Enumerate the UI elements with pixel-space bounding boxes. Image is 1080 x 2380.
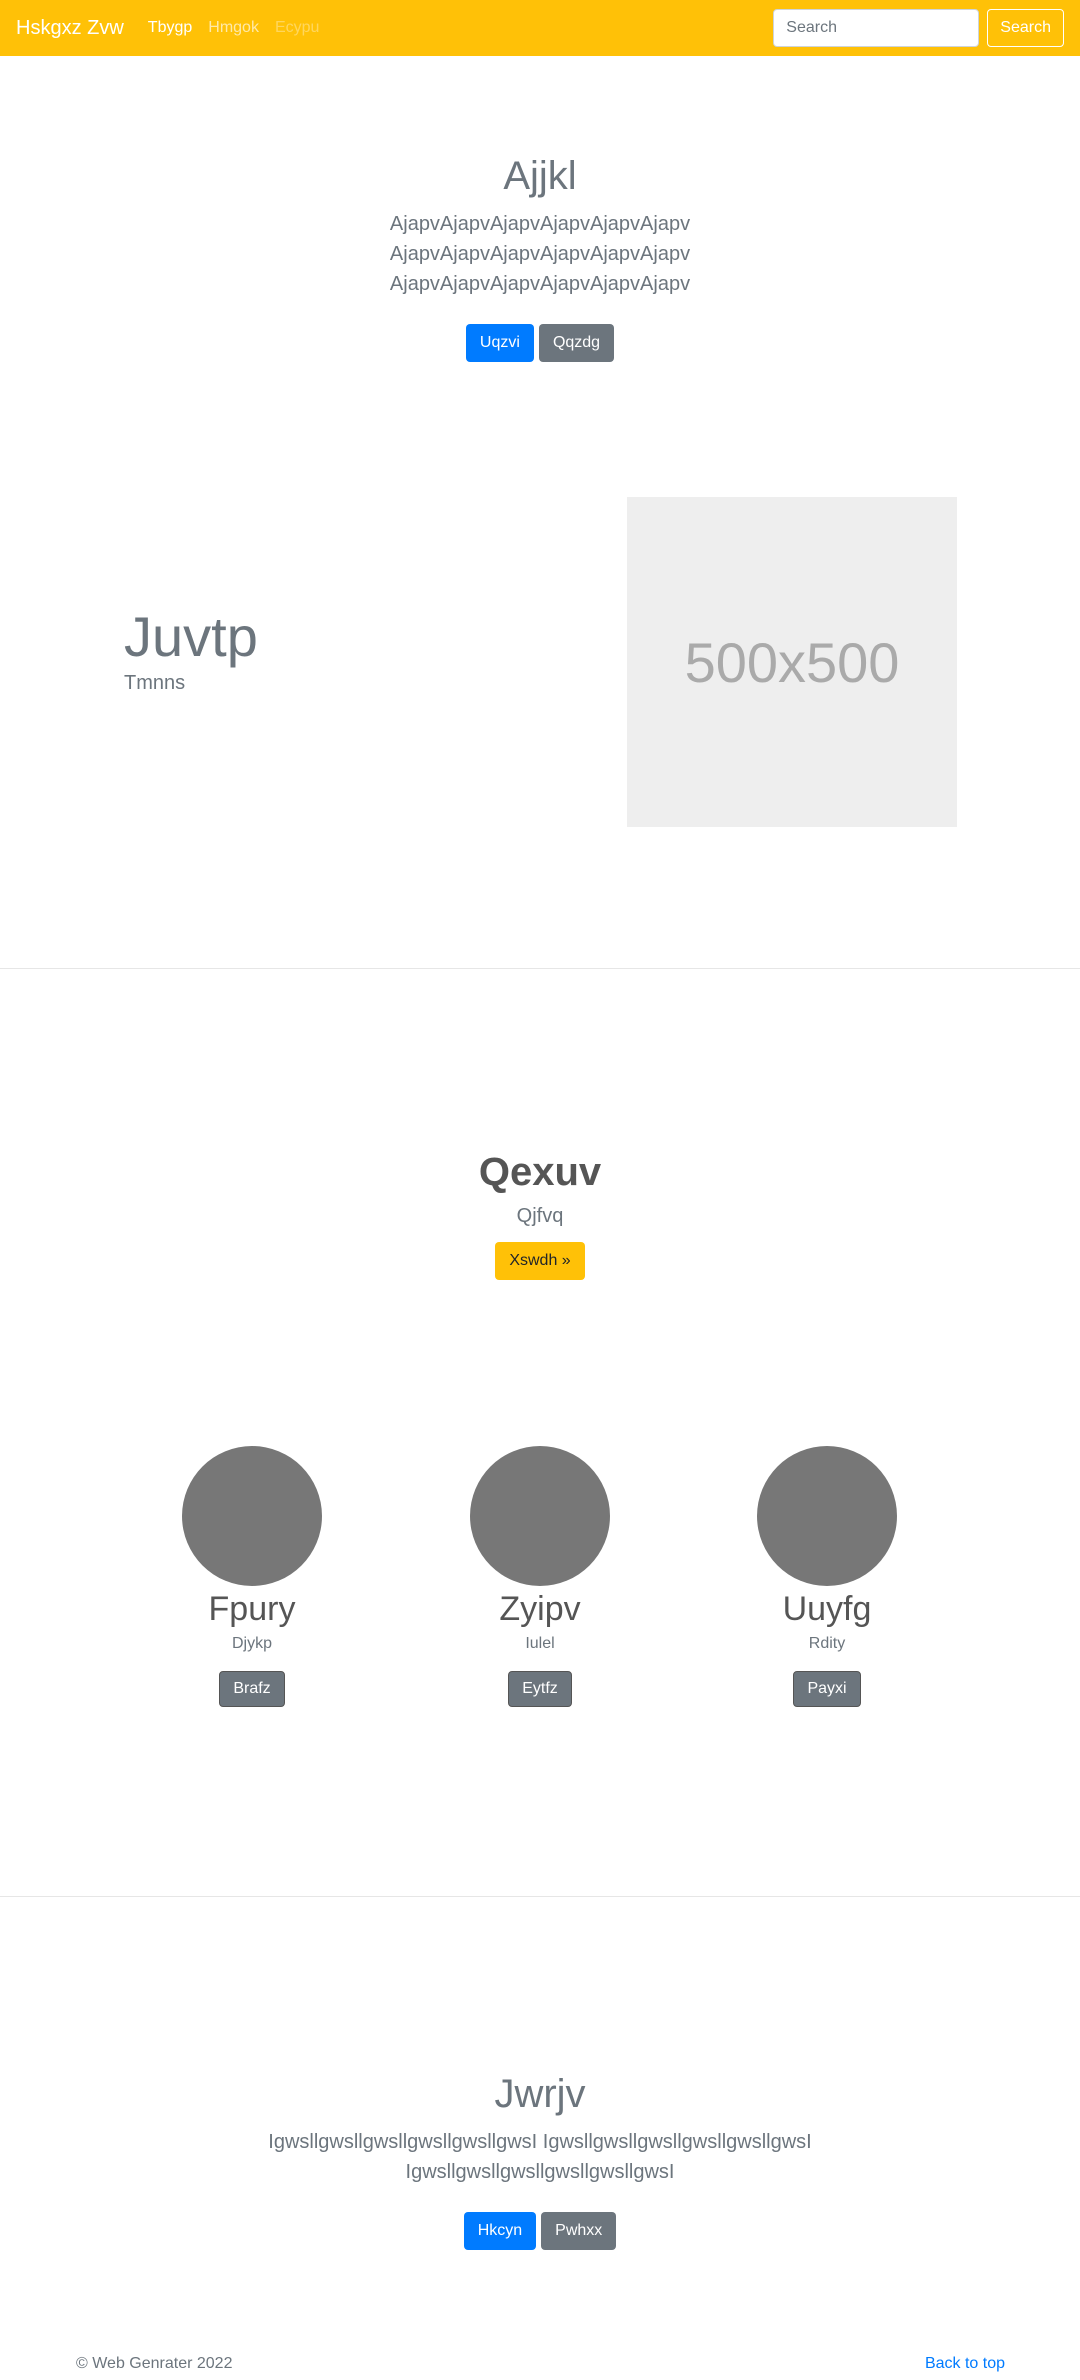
footer-copyright: © Web Genrater 2022	[76, 2355, 233, 2372]
final-secondary-button[interactable]: Pwhxx	[541, 2212, 617, 2250]
brand-logo[interactable]: Hskgxz Zvw	[16, 17, 124, 40]
card-button[interactable]: Payxi	[793, 1671, 861, 1707]
search-form: Search	[773, 9, 1064, 47]
cta-subtitle: Qjfvq	[516, 1205, 564, 1227]
card-2: Zyipv Iulel Eytfz	[420, 1446, 660, 1707]
nav-link-1[interactable]: Tbygp	[148, 19, 192, 37]
hero-primary-button[interactable]: Uqzvi	[465, 324, 534, 362]
image-placeholder: 500x500	[627, 497, 957, 827]
card-title: Zyipv	[499, 1590, 581, 1628]
final-section: Jwrjv IgwsllgwsllgwsllgwsllgwsllgwsI Igw…	[0, 1896, 1080, 2250]
card-subtitle: Rdity	[808, 1635, 846, 1652]
cta-button[interactable]: Xswdh »	[495, 1242, 585, 1280]
card-title: Uuyfg	[782, 1590, 872, 1628]
card-subtitle: Djykp	[231, 1635, 272, 1652]
hero-section: Ajjkl AjapvAjapvAjapvAjapvAjapvAjapv Aja…	[0, 56, 1080, 416]
final-primary-button[interactable]: Hkcyn	[463, 2212, 537, 2250]
card-subtitle: Iulel	[525, 1635, 555, 1652]
final-title: Jwrjv	[494, 2072, 586, 2116]
avatar-circle	[470, 1446, 610, 1586]
nav-link-2[interactable]: Hmgok	[208, 19, 259, 37]
avatar-circle	[757, 1446, 897, 1586]
feature-title: Juvtp	[124, 605, 258, 668]
card-1: Fpury Djykp Brafz	[132, 1446, 372, 1707]
nav-link-3[interactable]: Ecypu	[275, 19, 319, 37]
search-input[interactable]	[773, 9, 980, 47]
search-button[interactable]: Search	[987, 9, 1064, 47]
hero-lead: AjapvAjapvAjapvAjapvAjapvAjapv AjapvAjap…	[389, 213, 691, 295]
card-button[interactable]: Brafz	[219, 1671, 285, 1707]
feature-section: Juvtp Tmnns 500x500	[0, 416, 1080, 970]
final-lead: IgwsllgwsllgwsllgwsllgwsllgwsI Igwsllgws…	[268, 2131, 812, 2183]
avatar-circle	[182, 1446, 322, 1586]
hero-button-row: Uqzvi Qqzdg	[465, 324, 615, 362]
hero-secondary-button[interactable]: Qqzdg	[538, 324, 615, 362]
final-button-row: Hkcyn Pwhxx	[463, 2212, 617, 2250]
top-navbar: Hskgxz Zvw Tbygp Hmgok Ecypu Search	[0, 0, 1080, 56]
hero-title: Ajjkl	[503, 154, 577, 198]
card-title: Fpury	[208, 1590, 296, 1628]
card-3: Uuyfg Rdity Payxi	[707, 1446, 947, 1707]
card-button[interactable]: Eytfz	[508, 1671, 572, 1707]
section-divider-1	[0, 968, 1080, 969]
back-to-top-link[interactable]: Back to top	[925, 2355, 1005, 2373]
feature-subtitle: Tmnns	[124, 672, 186, 694]
footer: © Web Genrater 2022 Back to top	[0, 2355, 1080, 2380]
cta-section: Qexuv Qjfvq Xswdh »	[0, 970, 1080, 1280]
cta-title: Qexuv	[478, 1150, 602, 1194]
